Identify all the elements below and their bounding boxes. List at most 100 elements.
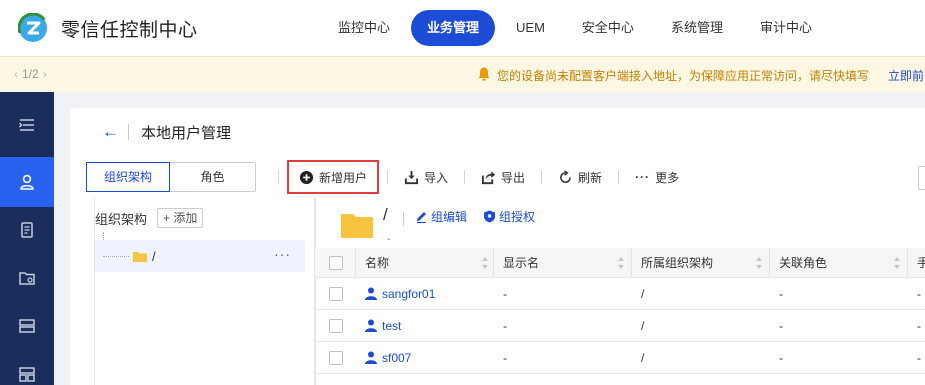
nav-audit[interactable]: 审计中心 (744, 10, 828, 46)
column-header-display-name[interactable]: 显示名 (503, 248, 539, 277)
app-title: 零信任控制中心 (61, 19, 198, 41)
side-item-dashboard[interactable] (0, 349, 54, 385)
sort-icon[interactable] (617, 256, 625, 270)
row-checkbox[interactable] (329, 350, 343, 365)
table-row[interactable]: sangfor01 - / - - (315, 278, 925, 310)
import-icon (404, 170, 419, 184)
user-icon (365, 287, 377, 300)
user-name: test (382, 318, 402, 333)
group-grant-link[interactable]: 组授权 (483, 208, 535, 225)
folder-icon (133, 251, 147, 262)
user-name-link[interactable]: sf007 (365, 351, 411, 365)
user-icon (365, 319, 377, 332)
group-edit-link[interactable]: 组编辑 (415, 208, 467, 225)
notice-bar: ‹ 1/2 › 您的设备尚未配置客户端接入地址，为保障应用正常访问，请尽快填写 … (0, 56, 925, 92)
nav-business[interactable]: 业务管理 (411, 10, 496, 46)
cell-role: - (779, 350, 783, 365)
cell-display-name: - (503, 286, 507, 301)
nav-uem[interactable]: UEM (500, 10, 561, 46)
user-name: sf007 (382, 350, 412, 365)
side-item-servers[interactable] (0, 301, 54, 351)
user-name-link[interactable]: test (365, 319, 401, 333)
side-item-resources[interactable] (0, 253, 54, 303)
side-nav (0, 92, 54, 385)
folder-settings-icon (19, 272, 35, 285)
cell-extra: - (917, 350, 921, 365)
sort-icon[interactable] (755, 256, 763, 270)
plus-circle-icon (299, 170, 314, 184)
cell-name: test (365, 310, 401, 341)
side-item-documents[interactable] (0, 205, 54, 255)
side-item-users[interactable] (0, 157, 54, 207)
sort-icon[interactable] (893, 256, 901, 270)
user-icon (365, 351, 377, 364)
cell-org: / (641, 286, 645, 301)
toolbar-divider (618, 170, 620, 184)
toolbar-divider (278, 170, 279, 184)
column-divider (631, 248, 632, 277)
cell-extra: - (917, 286, 921, 301)
column-divider (907, 248, 908, 277)
document-icon (21, 222, 33, 238)
select-all-cell (329, 248, 343, 277)
tree-connector (103, 232, 104, 240)
table-row[interactable]: sf007 - / - - (315, 342, 925, 374)
cell-display-name: - (503, 350, 507, 365)
toolbar-divider (387, 170, 389, 184)
sort-icon[interactable] (481, 256, 489, 270)
tab-roles[interactable]: 角色 (170, 162, 256, 192)
column-divider (355, 248, 356, 277)
tree-label: 组织架构 (95, 211, 148, 227)
menu-collapse-icon (19, 119, 34, 131)
toolbar: 新增用户 导入 导出 刷新 ··· 更多 (270, 160, 687, 194)
refresh-icon (560, 169, 571, 183)
more-label: 更多 (655, 170, 680, 185)
tab-org-structure[interactable]: 组织架构 (86, 162, 170, 192)
user-list-area: / - 组编辑 组授权 名称 显示名 所属组织架构 关联角色 手 sangfor… (314, 198, 925, 385)
nav-monitor[interactable]: 监控中心 (322, 10, 406, 46)
cell-extra: - (917, 318, 921, 333)
row-checkbox[interactable] (329, 286, 343, 301)
refresh-button[interactable]: 刷新 (550, 162, 610, 192)
group-name: / (383, 205, 388, 224)
import-button[interactable]: 导入 (396, 162, 456, 192)
nav-system[interactable]: 系统管理 (655, 10, 739, 46)
tree-node-more-icon[interactable]: ··· (274, 246, 291, 262)
toolbar-divider (541, 170, 543, 184)
chevron-right-icon[interactable]: › (43, 67, 47, 81)
cell-org: / (641, 318, 645, 333)
tree-header: 组织架构 + 添加 (95, 208, 204, 228)
select-all-checkbox[interactable] (329, 255, 343, 270)
tree-node-root[interactable]: / ··· (95, 240, 305, 272)
column-divider (769, 248, 770, 277)
back-arrow-icon[interactable]: ← (102, 122, 119, 142)
edit-icon (417, 212, 426, 223)
user-name-link[interactable]: sangfor01 (365, 287, 435, 301)
column-header-extra[interactable]: 手 (917, 248, 925, 277)
column-header-role[interactable]: 关联角色 (779, 248, 827, 277)
row-checkbox[interactable] (329, 318, 343, 333)
chevron-left-icon[interactable]: ‹ (14, 67, 18, 81)
side-menu-collapse[interactable] (0, 100, 54, 150)
more-button[interactable]: ··· 更多 (627, 162, 687, 192)
nav-security[interactable]: 安全中心 (566, 10, 650, 46)
notice-text: 您的设备尚未配置客户端接入地址，为保障应用正常访问，请尽快填写 (497, 69, 870, 83)
add-org-button[interactable]: + 添加 (157, 208, 204, 228)
notice-fill-link[interactable]: 立即前 (888, 67, 924, 84)
cell-org: / (641, 350, 645, 365)
cell-role: - (779, 286, 783, 301)
group-header: / (341, 205, 388, 238)
export-button[interactable]: 导出 (473, 162, 533, 192)
user-table: 名称 显示名 所属组织架构 关联角色 手 sangfor01 - / - - t… (315, 248, 925, 374)
search-box-edge[interactable] (918, 166, 925, 190)
dashboard-icon (19, 367, 35, 382)
table-row[interactable]: test - / - - (315, 310, 925, 342)
cell-name: sf007 (365, 342, 411, 373)
add-user-button[interactable]: 新增用户 (287, 160, 380, 194)
page-title: 本地用户管理 (141, 124, 232, 142)
column-header-name[interactable]: 名称 (365, 248, 389, 277)
group-grant-label: 组授权 (499, 210, 536, 224)
tree-connector (103, 255, 129, 257)
notice-pager: ‹ 1/2 › (14, 67, 47, 81)
column-header-org[interactable]: 所属组织架构 (641, 248, 713, 277)
